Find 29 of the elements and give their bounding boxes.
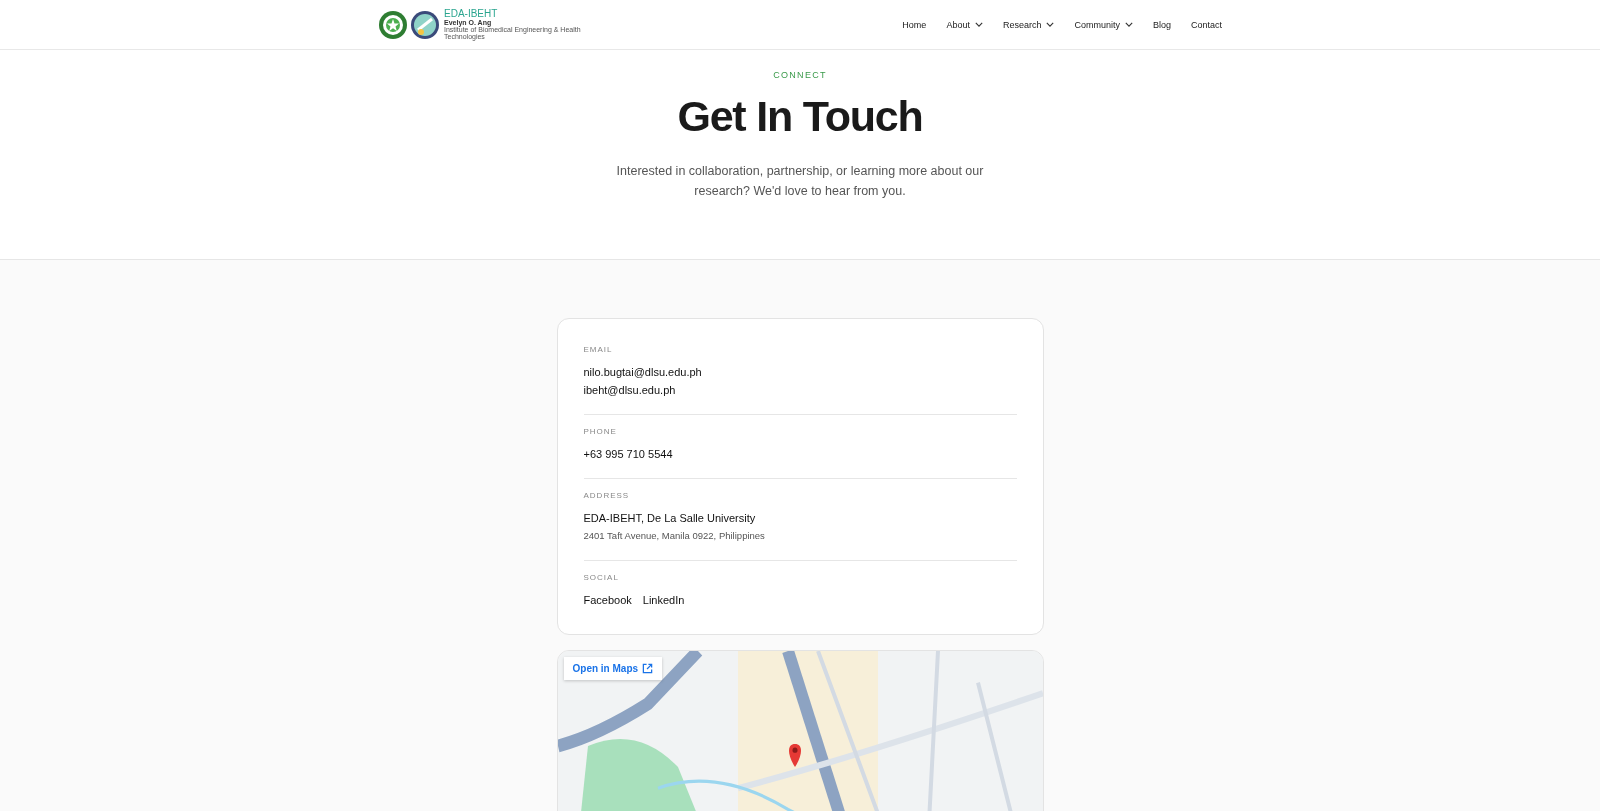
section-eyebrow: CONNECT — [772, 70, 828, 80]
social-link[interactable]: LinkedIn — [642, 591, 685, 609]
field-label: PHONE — [583, 427, 618, 436]
contact-value: nilo.bugtai@dlsu.edu.ph — [583, 365, 703, 380]
chevron-down-icon — [1046, 22, 1055, 27]
field-label: SOCIAL — [583, 573, 620, 582]
university-seal-icon — [378, 9, 408, 40]
map-placeholder[interactable]: Open in Maps — [556, 650, 1044, 811]
contact-value: ibeht@dlsu.edu.ph — [583, 383, 677, 398]
intro-text: Interested in collaboration, partnership, or learning more about our research? We'd love to hear from you. — [615, 163, 985, 200]
nav-link[interactable]: About — [946, 19, 983, 30]
field-label: EMAIL — [583, 345, 614, 354]
contact-value: +63 995 710 5544 — [583, 447, 674, 462]
address-line: EDA-IBEHT, De La Salle University — [583, 511, 757, 526]
nav-link[interactable]: Blog — [1152, 19, 1171, 30]
chevron-down-icon — [1124, 22, 1133, 27]
nav-link[interactable]: Research — [1002, 19, 1055, 30]
institute-emblem-icon — [410, 9, 440, 40]
field-label: ADDRESS — [583, 491, 631, 500]
nav-link[interactable]: Contact — [1190, 19, 1222, 30]
nav-link[interactable]: Home — [902, 19, 927, 30]
page-title: Get In Touch — [676, 92, 924, 141]
chevron-down-icon — [974, 22, 983, 27]
nav-link[interactable]: Community — [1074, 19, 1133, 30]
external-link-icon — [642, 663, 654, 674]
open-in-maps-button[interactable]: Open in Maps — [563, 657, 663, 680]
logo-title: EDA-IBEHT — [444, 8, 499, 19]
street-address: 2401 Taft Avenue, Manila 0922, Philippines — [583, 529, 766, 543]
social-link[interactable]: Facebook — [583, 591, 632, 609]
